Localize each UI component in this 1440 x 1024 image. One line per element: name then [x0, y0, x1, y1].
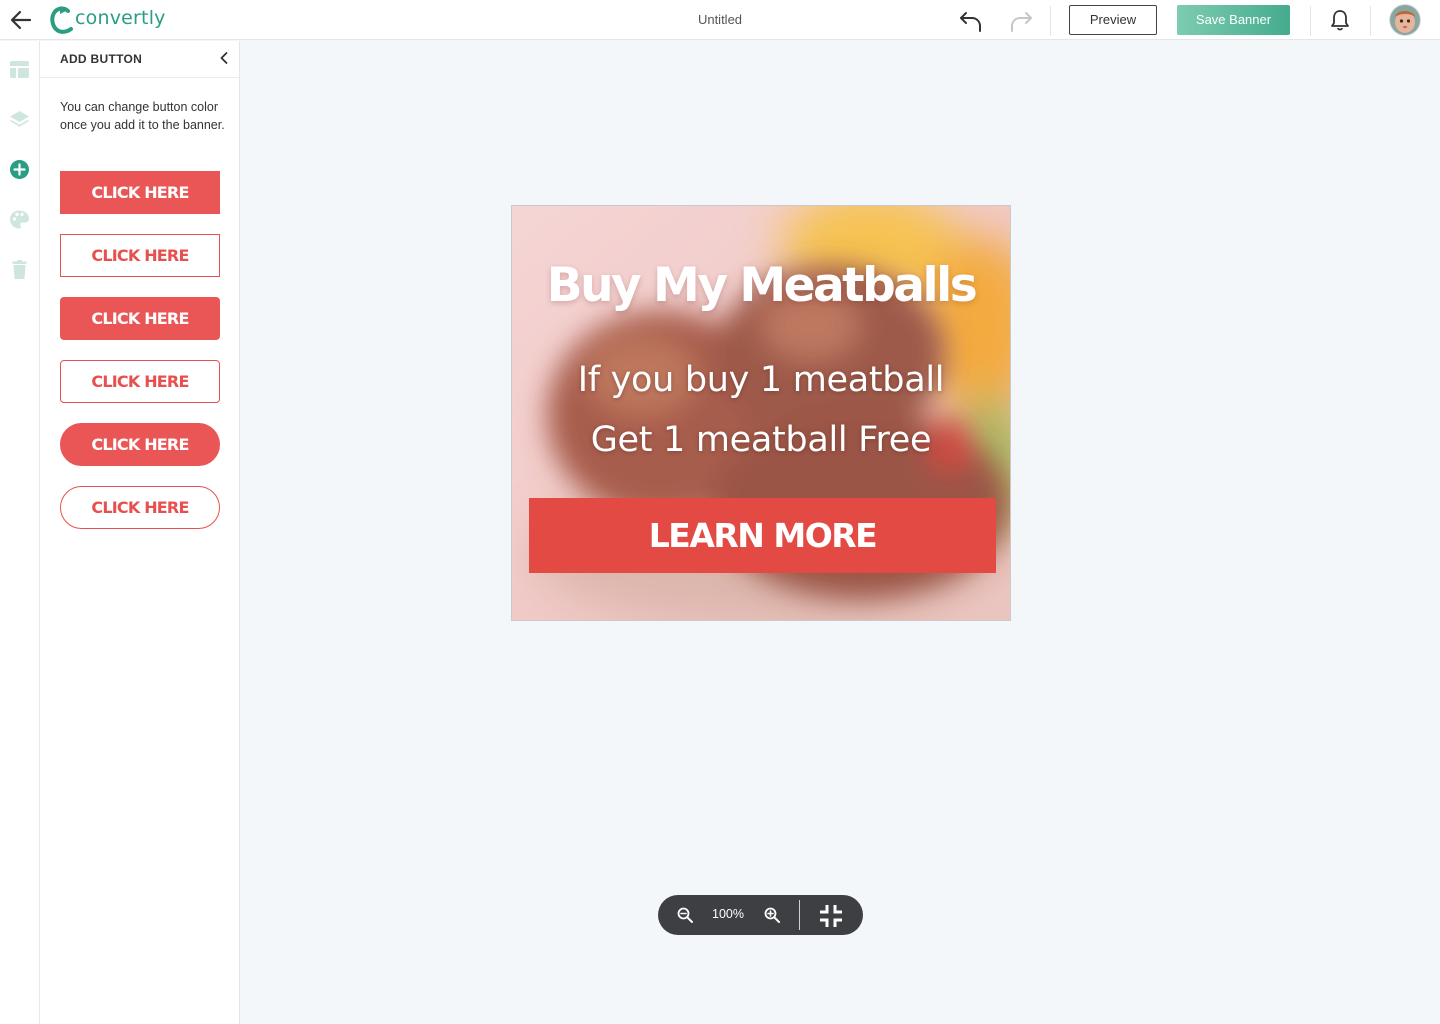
toolbar-divider: [1310, 6, 1311, 36]
zoom-out-icon: [677, 907, 693, 923]
add-circle-icon: [10, 160, 29, 179]
fit-to-screen-button[interactable]: [818, 903, 844, 929]
zoom-in-button[interactable]: [763, 906, 781, 924]
undo-icon: [960, 12, 981, 32]
layout-icon: [10, 61, 29, 78]
rail-item-layers[interactable]: [9, 109, 30, 130]
banner-offer-line-2[interactable]: Get 1 meatball Free: [512, 420, 1010, 460]
notifications-button[interactable]: [1330, 9, 1350, 31]
toolbar-divider: [1050, 6, 1051, 36]
button-style-outline-square[interactable]: CLICK HERE: [60, 234, 220, 277]
save-banner-button[interactable]: Save Banner: [1177, 5, 1290, 35]
rail-item-layout[interactable]: [9, 59, 30, 80]
redo-icon: [1011, 12, 1032, 32]
button-style-outline-rounded[interactable]: CLICK HERE: [60, 360, 220, 403]
panel-header: ADD BUTTON: [40, 41, 239, 78]
top-toolbar: convertly Untitled Preview Save Banner: [0, 0, 1440, 40]
chevron-left-icon: [220, 52, 228, 64]
rail-item-add[interactable]: [9, 159, 30, 180]
button-style-solid-rounded[interactable]: CLICK HERE: [60, 297, 220, 340]
palette-icon: [10, 210, 29, 229]
button-style-outline-pill[interactable]: CLICK HERE: [60, 486, 220, 529]
rail-item-delete[interactable]: [9, 259, 30, 280]
collapse-panel-button[interactable]: [217, 50, 231, 66]
zoom-divider: [799, 900, 800, 930]
collapse-icon: [820, 905, 842, 927]
document-title[interactable]: Untitled: [620, 12, 820, 27]
avatar[interactable]: [1390, 5, 1420, 35]
preview-button[interactable]: Preview: [1069, 5, 1157, 35]
banner-headline[interactable]: Buy My Meatballs: [512, 258, 1010, 313]
zoom-level: 100%: [712, 907, 744, 921]
bell-icon: [1331, 10, 1349, 31]
logo-mark-icon: [50, 6, 73, 34]
trash-icon: [12, 260, 27, 279]
arrow-left-icon: [10, 10, 32, 30]
banner-offer-line-1[interactable]: If you buy 1 meatball: [512, 360, 1010, 400]
logo-text: convertly: [75, 6, 166, 29]
user-avatar-icon: [1390, 5, 1420, 35]
panel-help-text: You can change button color once you add…: [60, 100, 225, 132]
zoom-control: 100%: [658, 895, 863, 935]
add-button-panel: ADD BUTTON You can change button color o…: [40, 41, 240, 1024]
banner-canvas[interactable]: Buy My Meatballs If you buy 1 meatball G…: [511, 205, 1011, 621]
toolbar-divider: [1370, 6, 1371, 36]
zoom-in-icon: [764, 907, 780, 923]
undo-button[interactable]: [958, 8, 984, 34]
button-style-solid-square[interactable]: CLICK HERE: [60, 171, 220, 214]
back-button[interactable]: [8, 8, 34, 32]
rail-item-colors[interactable]: [9, 209, 30, 230]
layers-icon: [10, 111, 29, 127]
logo: convertly: [48, 4, 166, 36]
redo-button[interactable]: [1008, 8, 1034, 34]
tool-rail: [0, 41, 40, 1024]
zoom-out-button[interactable]: [676, 906, 694, 924]
banner-cta-button[interactable]: LEARN MORE: [529, 498, 996, 573]
panel-title: ADD BUTTON: [60, 52, 143, 66]
button-style-solid-pill[interactable]: CLICK HERE: [60, 423, 220, 466]
